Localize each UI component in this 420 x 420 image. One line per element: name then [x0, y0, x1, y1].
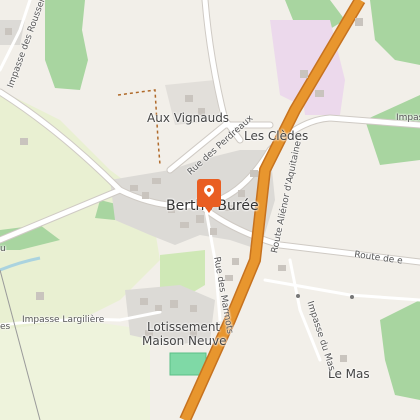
building	[180, 222, 189, 228]
building	[278, 265, 286, 271]
map-view[interactable]: Aux Vignauds Les Clèdes Berthe Burée Lot…	[0, 0, 420, 420]
label-impasse-right: Impasse	[396, 113, 420, 123]
building	[196, 215, 204, 223]
forest-north	[45, 0, 88, 90]
label-lotissement-line2: Maison Neuve	[142, 334, 227, 348]
label-edge-es: es	[0, 322, 11, 332]
label-aux-vignauds: Aux Vignauds	[147, 111, 230, 125]
building	[190, 305, 197, 312]
building	[140, 298, 148, 305]
map-pin-icon	[201, 182, 217, 198]
building	[36, 292, 44, 300]
label-lotissement-line1: Lotissement	[147, 320, 221, 334]
building	[250, 170, 258, 177]
building	[232, 258, 239, 265]
building	[300, 70, 308, 78]
building	[185, 95, 193, 102]
building	[20, 138, 28, 145]
label-edge-u: u	[0, 244, 6, 254]
building	[5, 28, 12, 35]
building	[155, 305, 162, 311]
building	[210, 228, 217, 235]
building	[225, 275, 233, 281]
building	[238, 190, 245, 197]
building	[142, 192, 149, 199]
building	[340, 355, 347, 362]
building	[315, 90, 324, 97]
building	[355, 18, 363, 26]
survey-dot	[350, 295, 354, 299]
survey-dot	[296, 294, 300, 298]
building	[170, 300, 178, 308]
label-impasse-largiliere: Impasse Largilière	[22, 315, 105, 325]
building	[152, 178, 161, 184]
meadow-southwest	[0, 320, 150, 420]
building	[130, 185, 138, 191]
location-marker[interactable]	[197, 179, 221, 213]
